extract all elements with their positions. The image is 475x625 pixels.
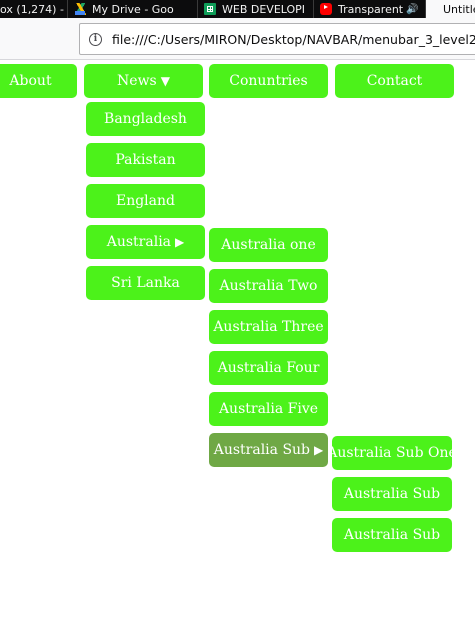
menu-label: Bangladesh — [104, 111, 187, 127]
menu-label: Australia Four — [217, 360, 320, 376]
caret-down-icon: ▼ — [160, 74, 170, 88]
flyout-item-australia-five[interactable]: Australia Five — [209, 392, 328, 426]
tab-web-developer[interactable]: WEB DEVELOPI — [198, 0, 314, 18]
flyout-item-australia-one[interactable]: Australia one — [209, 228, 328, 262]
menu-item-contact[interactable]: Contact — [335, 64, 454, 98]
flyout-item-australia-sub-3[interactable]: Australia Sub — [332, 518, 452, 552]
tab-title: ox (1,274) - r — [0, 2, 67, 16]
tab-title: WEB DEVELOPI — [222, 2, 306, 16]
menu-label: Australia one — [221, 237, 316, 253]
menu-label: Contact — [366, 73, 423, 89]
menu-label: Australia Two — [219, 278, 318, 294]
menu-label: Sri Lanka — [111, 275, 180, 291]
menu-label: News — [117, 73, 157, 89]
menu-label: Australia Sub — [213, 442, 311, 458]
flyout-item-australia-three[interactable]: Australia Three — [209, 310, 328, 344]
menu-label: Pakistan — [115, 152, 176, 168]
flyout-item-australia-four[interactable]: Australia Four — [209, 351, 328, 385]
submenu-item-australia[interactable]: Australia ▶ — [86, 225, 205, 259]
google-drive-icon — [74, 3, 86, 15]
menu-label: Australia Sub — [343, 486, 441, 502]
info-icon[interactable]: i — [89, 32, 102, 46]
youtube-icon — [320, 3, 332, 15]
google-sheets-icon — [204, 3, 216, 15]
tab-title: Untitle — [443, 2, 475, 16]
tab-title: Transparent — [338, 2, 404, 16]
menu-item-countries[interactable]: Conuntries — [209, 64, 328, 98]
menu-label: England — [115, 193, 175, 209]
submenu-item-england[interactable]: England — [86, 184, 205, 218]
tab-inbox[interactable]: ox (1,274) - r — [0, 0, 68, 18]
flyout-item-australia-sub-one[interactable]: Australia Sub One — [332, 436, 452, 470]
caret-right-icon: ▶ — [175, 235, 185, 249]
menu-label: Conuntries — [229, 73, 308, 89]
flyout-item-australia-sub-2[interactable]: Australia Sub — [332, 477, 452, 511]
flyout-item-australia-sub[interactable]: Australia Sub ▶ — [209, 433, 328, 467]
tab-title: My Drive - Goo — [92, 2, 174, 16]
menu-label: Australia Five — [218, 401, 319, 417]
flyout-item-australia-two[interactable]: Australia Two — [209, 269, 328, 303]
menu-label: Australia Sub One — [332, 445, 452, 461]
url-text[interactable]: file:///C:/Users/MIRON/Desktop/NAVBAR/me… — [112, 32, 475, 47]
menu-item-news[interactable]: News ▼ — [84, 64, 203, 98]
menu-label: Australia Three — [213, 319, 324, 335]
menu-item-about[interactable]: About — [0, 64, 77, 98]
caret-right-icon: ▶ — [314, 443, 324, 457]
menu-label: About — [9, 73, 52, 89]
menu-label: Australia Sub — [343, 527, 441, 543]
menu-label: Australia — [106, 234, 172, 250]
browser-tab-bar: ox (1,274) - r My Drive - Goo WEB DEVELO… — [0, 0, 475, 18]
speaker-icon[interactable]: 🔊 — [406, 4, 418, 15]
tab-untitled[interactable]: Untitle — [426, 0, 475, 18]
address-bar[interactable]: i file:///C:/Users/MIRON/Desktop/NAVBAR/… — [79, 23, 475, 55]
submenu-item-pakistan[interactable]: Pakistan — [86, 143, 205, 177]
tab-my-drive[interactable]: My Drive - Goo — [68, 0, 198, 18]
submenu-item-bangladesh[interactable]: Bangladesh — [86, 102, 205, 136]
submenu-item-sri-lanka[interactable]: Sri Lanka — [86, 266, 205, 300]
tab-transparent[interactable]: Transparent 🔊 — [314, 0, 426, 18]
